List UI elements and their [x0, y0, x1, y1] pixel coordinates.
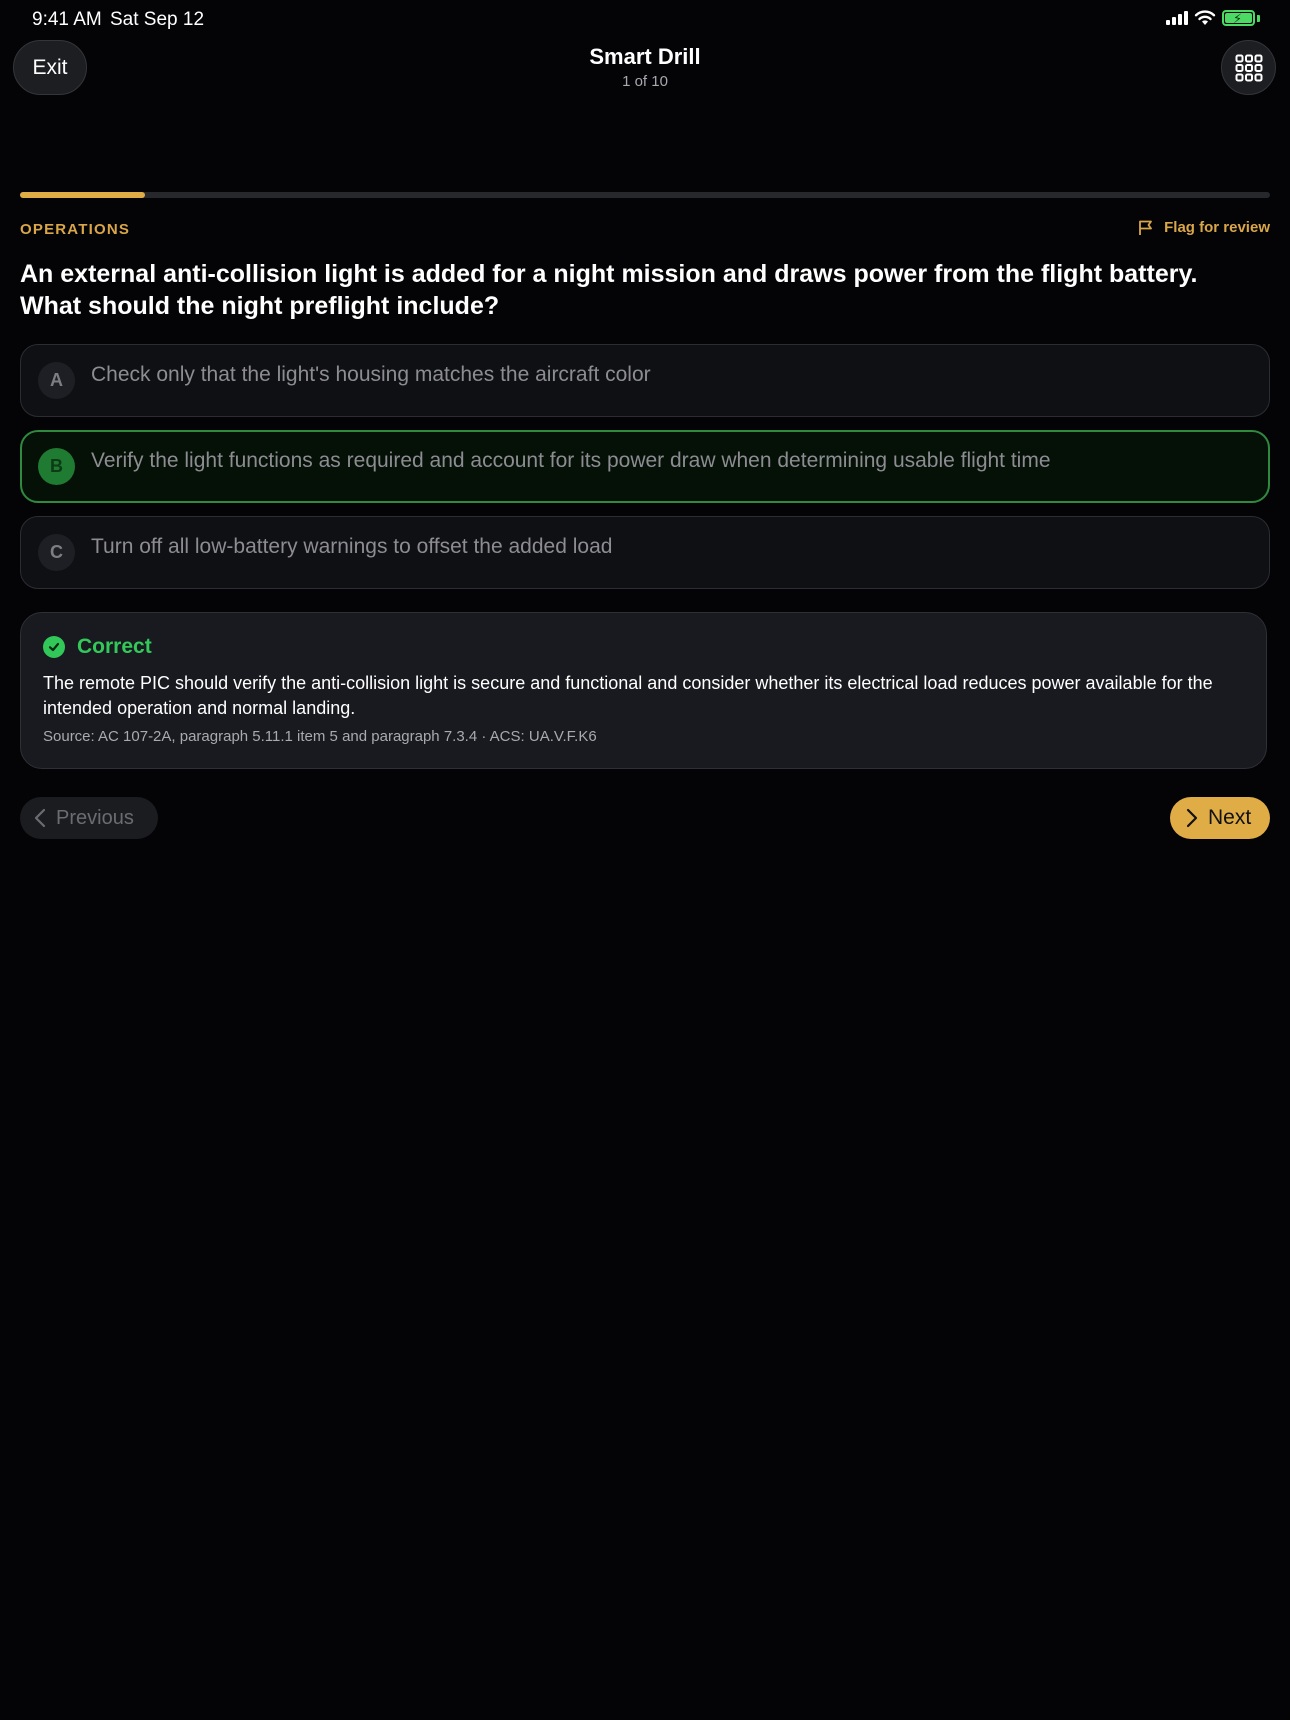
answer-option-c[interactable]: C Turn off all low-battery warnings to o… [20, 516, 1270, 589]
status-time: 9:41 AM [32, 9, 102, 30]
feedback-status: Correct [77, 635, 152, 658]
flag-icon [1139, 220, 1153, 235]
chevron-left-icon [34, 808, 46, 828]
next-label: Next [1208, 806, 1252, 829]
feedback-header: Correct [43, 635, 152, 659]
answer-feedback-card: Correct The remote PIC should verify the… [20, 612, 1267, 769]
status-date: Sat Sep 12 [110, 9, 205, 30]
wifi-icon [1194, 10, 1216, 25]
question-text: An external anti-collision light is adde… [20, 260, 1198, 320]
battery-cap [1257, 14, 1260, 22]
question-category: OPERATIONS [20, 221, 131, 238]
option-text: Verify the light functions as required a… [91, 449, 1051, 472]
option-letter-badge: B [38, 448, 75, 485]
feedback-explanation: The remote PIC should verify the anti-co… [43, 673, 1213, 718]
flag-for-review-button[interactable]: Flag for review [1138, 219, 1270, 236]
status-bar: 9:41 AM Sat Sep 12 ⚡ [0, 0, 1290, 40]
status-icons: ⚡ [1166, 10, 1260, 26]
battery-icon: ⚡ [1222, 10, 1255, 26]
page-title: Smart Drill [589, 44, 701, 69]
option-letter-badge: A [38, 362, 75, 399]
answer-option-a[interactable]: A Check only that the light's housing ma… [20, 344, 1270, 417]
question-grid-button[interactable] [1221, 40, 1276, 95]
chevron-right-icon [1186, 808, 1198, 828]
flag-for-review-label: Flag for review [1164, 219, 1270, 236]
option-text: Turn off all low-battery warnings to off… [91, 535, 613, 558]
option-text: Check only that the light's housing matc… [91, 363, 651, 386]
checkmark-circle-icon [43, 636, 65, 658]
previous-button[interactable]: Previous [20, 797, 158, 839]
feedback-source: Source: AC 107-2A, paragraph 5.11.1 item… [43, 728, 597, 745]
progress-bar [20, 192, 1270, 198]
option-letter-badge: C [38, 534, 75, 571]
question-counter: 1 of 10 [622, 73, 668, 90]
progress-fill [20, 192, 145, 198]
screen: 9:41 AM Sat Sep 12 ⚡ Exit Smart Drill 1 … [0, 0, 1290, 1720]
grid-icon [1235, 54, 1262, 81]
answer-option-b[interactable]: B Verify the light functions as required… [20, 430, 1270, 503]
cellular-signal-icon [1166, 11, 1188, 25]
previous-label: Previous [56, 806, 134, 829]
next-button[interactable]: Next [1170, 797, 1270, 839]
